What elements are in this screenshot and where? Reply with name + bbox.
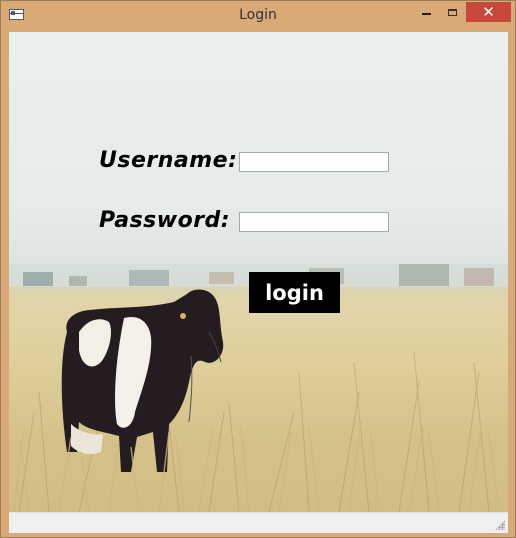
login-window: Login ✕ Username: Password: login: [0, 0, 516, 538]
resize-grip-icon[interactable]: [495, 520, 505, 530]
status-bar: [9, 512, 508, 533]
username-label: Username:: [99, 148, 238, 173]
title-bar[interactable]: Login ✕: [1, 1, 515, 32]
minimize-icon: [421, 13, 431, 15]
login-panel: Username: Password: login: [9, 32, 508, 512]
maximize-button[interactable]: [439, 2, 465, 22]
close-icon: ✕: [482, 3, 495, 21]
username-input[interactable]: [239, 152, 389, 172]
login-button[interactable]: login: [249, 272, 340, 313]
password-input[interactable]: [239, 212, 389, 232]
password-label: Password:: [99, 208, 231, 233]
minimize-button[interactable]: [413, 2, 439, 22]
close-button[interactable]: ✕: [466, 2, 511, 22]
maximize-icon: [447, 8, 457, 16]
